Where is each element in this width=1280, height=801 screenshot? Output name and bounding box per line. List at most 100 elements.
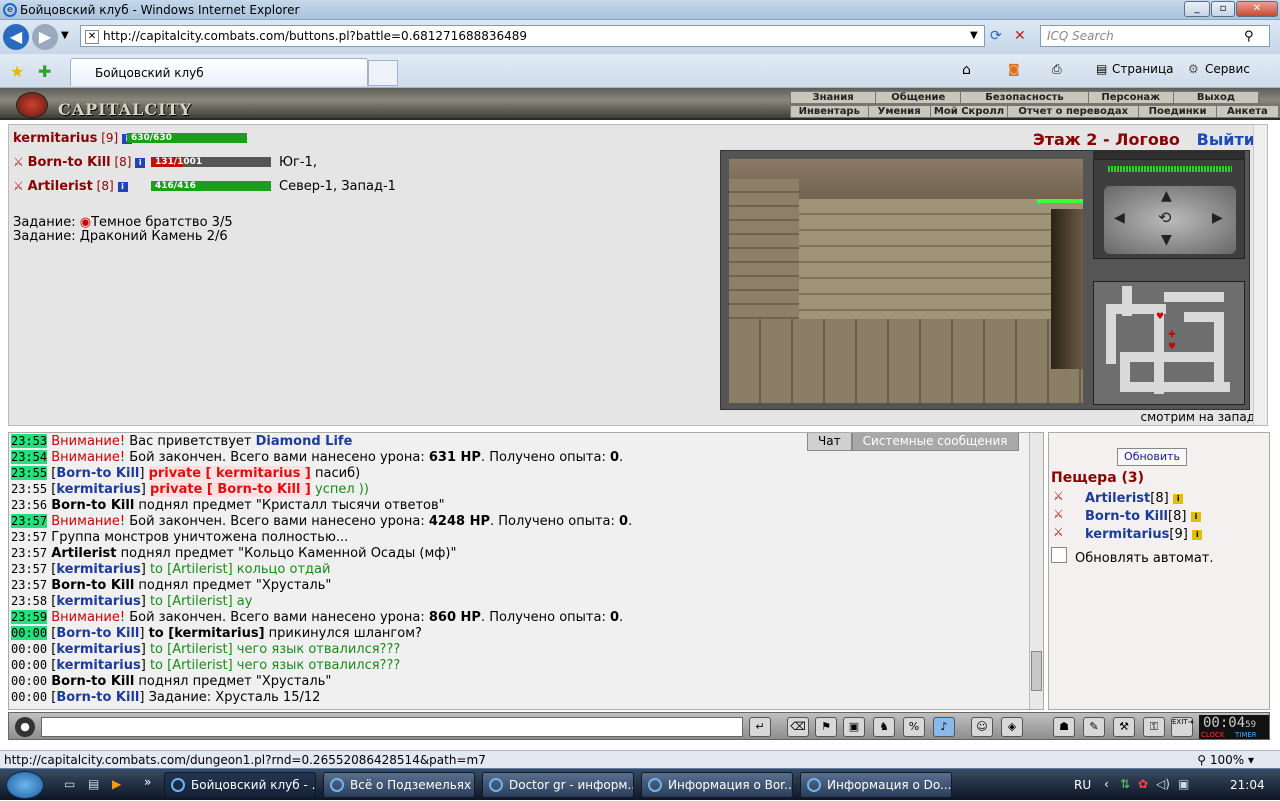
- chat-input[interactable]: [41, 717, 743, 737]
- filter-icon[interactable]: ⚑: [815, 717, 837, 737]
- switch-windows-icon[interactable]: ▤: [88, 777, 99, 791]
- quicklaunch-more-icon[interactable]: »: [144, 775, 151, 789]
- music-icon[interactable]: ♪: [933, 717, 955, 737]
- scroll-icon[interactable]: ✎: [1083, 717, 1105, 737]
- favorites-star-icon[interactable]: ★: [10, 62, 24, 81]
- clock-seconds: 59: [1245, 720, 1256, 730]
- back-button[interactable]: ◀: [3, 24, 29, 50]
- member-2-name[interactable]: Artilerist: [28, 179, 93, 194]
- icq-icon[interactable]: ✿: [1138, 777, 1148, 791]
- move-forward-icon[interactable]: ▲: [1161, 188, 1172, 204]
- turn-left-icon[interactable]: ◀: [1114, 210, 1125, 226]
- menu-knowledge[interactable]: Знания: [791, 92, 877, 103]
- member-1-name[interactable]: Born-to Kill: [28, 155, 111, 170]
- start-button[interactable]: [6, 771, 44, 799]
- fight-icon[interactable]: ♞: [873, 717, 895, 737]
- refresh-button[interactable]: Обновить: [1117, 448, 1187, 466]
- url-dropdown-icon[interactable]: ▼: [970, 30, 978, 41]
- taskbar-item[interactable]: Информация о Bor...: [641, 772, 793, 798]
- chat-scrollbar[interactable]: [1029, 433, 1043, 709]
- forward-button[interactable]: ▶: [32, 24, 58, 50]
- location-header: Этаж 2 - Логово Выйти: [1033, 130, 1255, 149]
- menu-my-scroll[interactable]: Мой Скролл: [931, 106, 1009, 117]
- tools-icon[interactable]: ⚒: [1113, 717, 1135, 737]
- history-dropdown-icon[interactable]: ▼: [61, 30, 69, 41]
- menu-communication[interactable]: Общение: [876, 92, 962, 103]
- show-desktop-icon[interactable]: ▭: [64, 777, 75, 791]
- exit-link[interactable]: Выйти: [1197, 130, 1255, 149]
- refresh-icon[interactable]: ⟳: [990, 28, 1002, 44]
- menu-skills[interactable]: Умения: [869, 106, 931, 117]
- feeds-icon[interactable]: ◙: [1008, 62, 1020, 76]
- info-icon[interactable]: i: [135, 158, 146, 168]
- language-indicator[interactable]: RU: [1074, 778, 1091, 792]
- helmet-icon[interactable]: ◈: [1001, 717, 1023, 737]
- tab-chat[interactable]: Чат: [807, 433, 852, 451]
- chat-line: 23:57 Внимание! Бой закончен. Всего вами…: [11, 514, 633, 529]
- menu-transfers[interactable]: Отчет о переводах: [1008, 106, 1140, 117]
- menu-profile[interactable]: Анкета: [1217, 106, 1280, 117]
- info-icon[interactable]: i: [1192, 530, 1203, 540]
- sword-icon: ⚔: [13, 155, 24, 169]
- lock-icon[interactable]: ⚿: [1143, 717, 1165, 737]
- new-tab-button[interactable]: [368, 60, 398, 86]
- url-input[interactable]: http://capitalcity.combats.com/buttons.p…: [80, 25, 985, 47]
- tray-expand-icon[interactable]: ‹: [1104, 777, 1109, 791]
- frame-scrollbar[interactable]: [1253, 125, 1267, 425]
- chat-scroll-thumb[interactable]: [1031, 651, 1042, 691]
- stop-icon[interactable]: ✕: [1014, 28, 1026, 44]
- service-menu[interactable]: Сервис: [1205, 62, 1250, 76]
- stats-icon[interactable]: %: [903, 717, 925, 737]
- dungeon-scene[interactable]: [729, 159, 1083, 403]
- bag-icon[interactable]: ☗: [1053, 717, 1075, 737]
- taskbar-item[interactable]: Информация о Do...: [800, 772, 952, 798]
- chat-mode-icon[interactable]: ●: [15, 717, 35, 737]
- save-icon[interactable]: ▣: [843, 717, 865, 737]
- maximize-button[interactable]: ▫: [1211, 1, 1235, 17]
- smiley-icon[interactable]: ☺: [971, 717, 993, 737]
- network-icon[interactable]: ⇅: [1120, 777, 1130, 791]
- info-icon[interactable]: i: [1173, 494, 1184, 504]
- taskbar-item[interactable]: Бойцовский клуб - ...: [164, 772, 316, 798]
- clear-icon[interactable]: ⌫: [787, 717, 809, 737]
- self-name[interactable]: kermitarius: [13, 131, 97, 146]
- cave-member-3[interactable]: kermitarius[9] i: [1085, 527, 1203, 542]
- menu-inventory[interactable]: Инвентарь: [791, 106, 869, 117]
- menu-exit[interactable]: Выход: [1174, 92, 1260, 103]
- add-favorites-icon[interactable]: ✚: [38, 62, 51, 81]
- send-icon[interactable]: ↵: [749, 717, 771, 737]
- refresh-view-icon[interactable]: ⟲: [1158, 208, 1171, 227]
- move-back-icon[interactable]: ▼: [1161, 232, 1172, 248]
- exit-icon[interactable]: EXIT⇥: [1171, 717, 1193, 737]
- self-level: [9]: [101, 131, 119, 145]
- monster-figure[interactable]: [1051, 209, 1083, 369]
- cave-member-1[interactable]: Artilerist[8] i: [1085, 491, 1184, 506]
- browser-tab[interactable]: Бойцовский клуб: [70, 58, 368, 86]
- info-icon[interactable]: i: [1190, 512, 1201, 522]
- page-menu[interactable]: Страница: [1112, 62, 1174, 76]
- cave-member-2[interactable]: Born-to Kill[8] i: [1085, 509, 1201, 524]
- tab-system-messages[interactable]: Системные сообщения: [851, 433, 1019, 451]
- tray-app-icon[interactable]: ▣: [1178, 777, 1189, 791]
- member-2-hp-bar: 416/416: [151, 181, 271, 191]
- taskbar-item[interactable]: Doctor gr - информ...: [482, 772, 634, 798]
- member-2-hp-track: 416/416: [151, 181, 271, 191]
- search-icon[interactable]: ⚲: [1244, 29, 1254, 44]
- clock[interactable]: 21:04: [1230, 778, 1265, 792]
- info-icon[interactable]: i: [117, 182, 128, 192]
- menu-security[interactable]: Безопасность: [961, 92, 1089, 103]
- search-input[interactable]: ICQ Search: [1040, 25, 1270, 47]
- menu-character[interactable]: Персонаж: [1089, 92, 1174, 103]
- media-player-icon[interactable]: ▶: [112, 777, 121, 791]
- menu-fights[interactable]: Поединки: [1139, 106, 1217, 117]
- zoom-control[interactable]: ⚲ 100% ▾: [1197, 753, 1254, 767]
- home-icon[interactable]: ⌂: [962, 62, 971, 78]
- turn-right-icon[interactable]: ▶: [1212, 210, 1223, 226]
- print-icon[interactable]: ⎙: [1052, 62, 1062, 77]
- chat-line: 00:00 [kermitarius] to [Artilerist] чего…: [11, 642, 401, 657]
- volume-icon[interactable]: ◁): [1156, 777, 1170, 791]
- taskbar-item[interactable]: Всё о Подземельях ...: [323, 772, 475, 798]
- minimize-button[interactable]: _: [1184, 1, 1210, 17]
- auto-refresh-checkbox[interactable]: [1051, 547, 1067, 563]
- close-button[interactable]: ✕: [1236, 1, 1278, 17]
